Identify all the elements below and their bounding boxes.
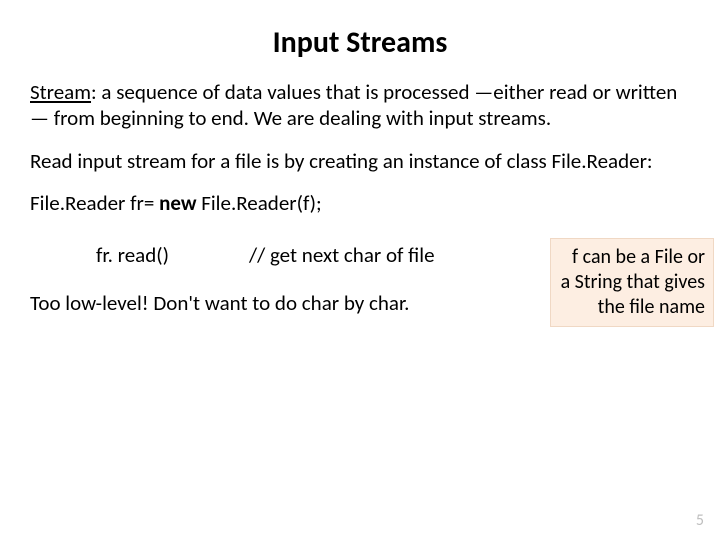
page-number: 5 — [696, 511, 704, 530]
code-post: File.Reader(f); — [196, 190, 321, 216]
filereader-intro: Read input stream for a file is by creat… — [30, 148, 680, 174]
keyword-new: new — [159, 190, 196, 216]
code-instantiation: File.Reader fr= new File.Reader(f); — [30, 190, 690, 216]
code-pre: File.Reader fr= — [30, 190, 159, 216]
read-comment: // get next char of file — [249, 242, 435, 268]
slide-title: Input Streams — [30, 24, 690, 61]
side-note-box: f can be a File or a String that gives t… — [550, 238, 714, 327]
read-call: fr. read() — [96, 242, 169, 268]
definition-paragraph: Stream: a sequence of data values that i… — [30, 79, 680, 132]
definition-text: : a sequence of data values that is proc… — [30, 79, 677, 131]
stream-term: Stream — [30, 79, 91, 105]
